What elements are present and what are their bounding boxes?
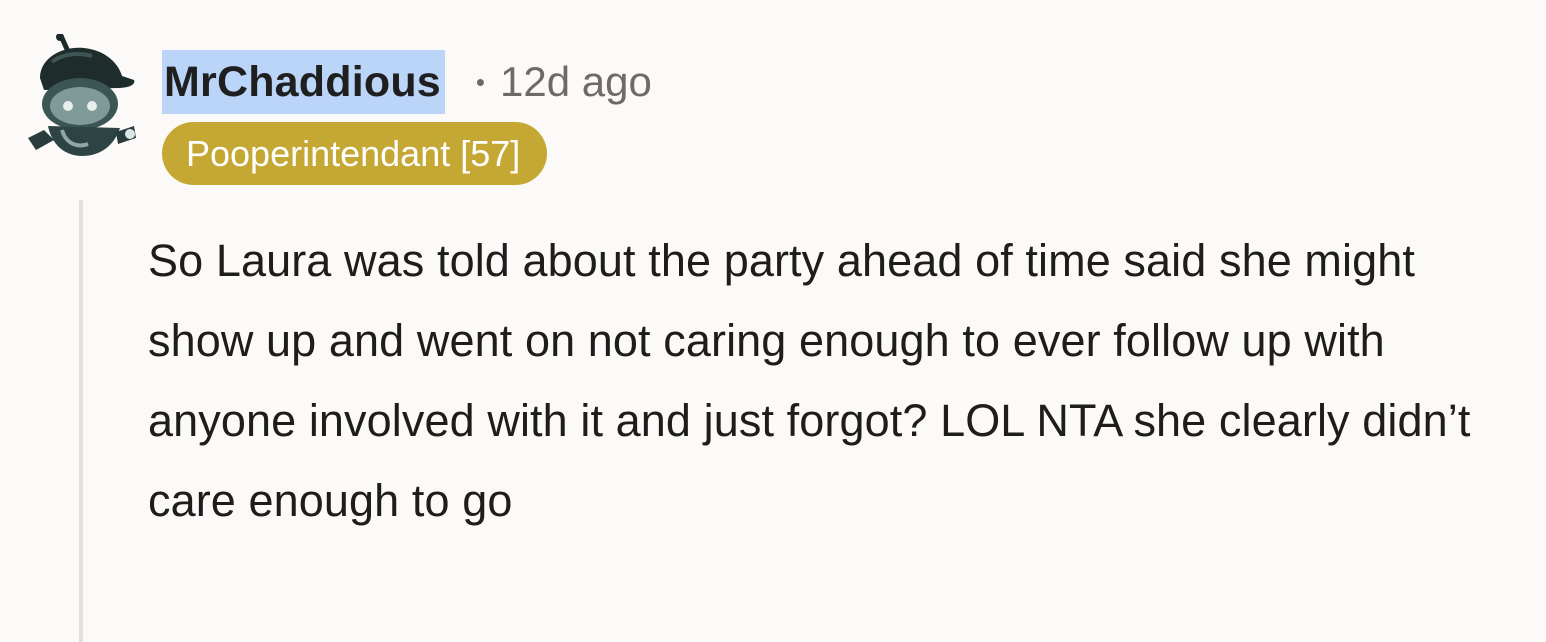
snoo-avatar-icon	[28, 33, 136, 156]
comment-body: So Laura was told about the party ahead …	[148, 235, 1471, 526]
user-flair-badge: Pooperintendant [57]	[162, 122, 548, 185]
timestamp[interactable]: 12d ago	[500, 50, 652, 114]
username-link[interactable]: MrChaddious	[162, 50, 445, 114]
comment-header: MrChaddious • 12d ago	[162, 49, 652, 115]
meta-separator: •	[475, 67, 486, 97]
thread-line[interactable]	[79, 200, 83, 642]
avatar[interactable]	[22, 33, 140, 160]
comment: MrChaddious • 12d ago Pooperintendant [5…	[0, 0, 1546, 642]
